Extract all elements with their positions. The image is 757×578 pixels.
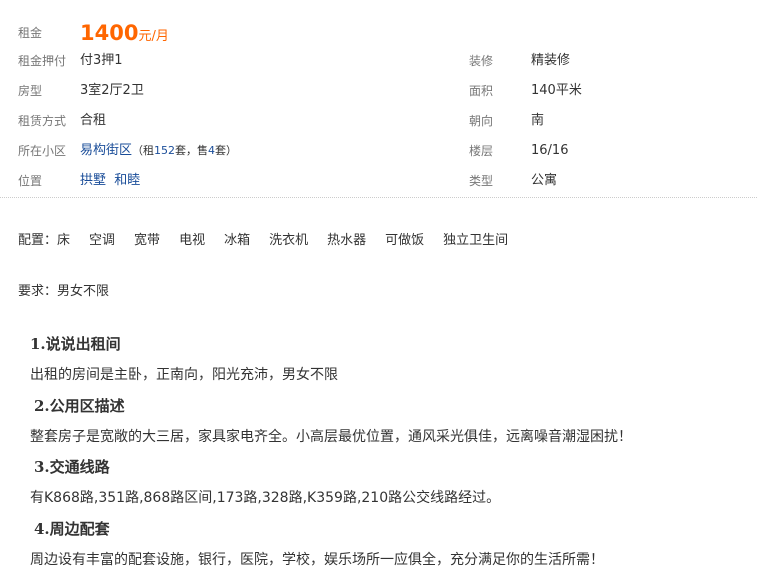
floor-label: 楼层: [469, 144, 494, 158]
rent-value: 1400元/月: [80, 20, 169, 50]
rent-unit: 元/月: [138, 29, 169, 44]
section-body: 有K868路,351路,868路区间,173路,328路,K359路,210路公…: [30, 490, 501, 506]
community-rent-count-link[interactable]: 152: [154, 144, 175, 157]
section-title: 3.交通线路: [34, 458, 110, 476]
config-item: 可做饭: [385, 233, 425, 248]
section-body: 周边设有丰富的配套设施，银行，医院，学校，娱乐场所一应俱全，充分满足你的生活所需…: [30, 552, 604, 568]
community-counts: （租152套，售4套）: [132, 144, 237, 157]
decoration-label: 装修: [469, 54, 494, 68]
rent-label: 租金: [18, 26, 43, 40]
section-title: 2.公用区描述: [34, 397, 125, 415]
type-label: 类型: [469, 174, 494, 188]
layout-value: 3室2厅2卫: [80, 83, 144, 98]
requirement-text: 要求：男女不限: [18, 284, 110, 299]
community-label: 所在小区: [18, 144, 67, 158]
floor-value: 16/16: [531, 143, 569, 158]
config-item: 冰箱: [224, 233, 251, 248]
community-mid: 套，售: [175, 144, 209, 157]
facing-value: 南: [531, 113, 545, 128]
deposit-value: 付3押1: [80, 53, 123, 68]
area-value: 140平米: [531, 83, 582, 98]
community-close: 套）: [215, 144, 238, 157]
section-body: 出租的房间是主卧，正南向，阳光充沛，男女不限: [30, 367, 338, 383]
community-link[interactable]: 易构街区: [80, 143, 132, 158]
location-label: 位置: [18, 174, 43, 188]
config-item: 独立卫生间: [443, 233, 509, 248]
deposit-label: 租金押付: [18, 54, 67, 68]
community-open: （租: [132, 144, 155, 157]
location-row: 位置 拱墅 和睦 类型 公寓: [18, 170, 738, 192]
config-item: 宽带: [134, 233, 161, 248]
rent-type-value: 合租: [80, 113, 107, 128]
rent-type-label: 租赁方式: [18, 114, 67, 128]
location-value: 拱墅 和睦: [80, 170, 140, 192]
section-title: 1.说说出租间: [30, 335, 121, 353]
rent-amount: 1400: [80, 21, 139, 45]
deposit-row: 租金押付 付3押1 装修 精装修: [18, 50, 738, 72]
section-body: 整套房子是宽敞的大三居，家具家电齐全。小高层最优位置，通风采光俱佳，远离噪音潮湿…: [30, 429, 632, 445]
rent-type-row: 租赁方式 合租 朝向 南: [18, 110, 738, 132]
community-row: 所在小区 易构街区（租152套，售4套） 楼层 16/16: [18, 140, 738, 162]
location-area-link[interactable]: 和睦: [114, 173, 140, 188]
type-value: 公寓: [531, 173, 558, 188]
community-value: 易构街区（租152套，售4套）: [80, 140, 237, 162]
area-label: 面积: [469, 84, 494, 98]
config-label: 配置：: [18, 233, 58, 248]
community-sale-count-link[interactable]: 4: [208, 144, 215, 157]
config-item: 床: [57, 233, 71, 248]
config-item: 洗衣机: [269, 233, 309, 248]
location-district-link[interactable]: 拱墅: [80, 173, 106, 188]
decoration-value: 精装修: [531, 53, 571, 68]
config-item: 空调: [89, 233, 116, 248]
facing-label: 朝向: [469, 114, 494, 128]
config-item: 电视: [179, 233, 206, 248]
config-list: 配置：床 空调 宽带 电视 冰箱 洗衣机 热水器 可做饭 独立卫生间: [18, 230, 527, 252]
house-info-panel: 租金 1400元/月 租金押付 付3押1 装修 精装修 房型 3室2厅2卫 面积…: [0, 0, 757, 198]
layout-row: 房型 3室2厅2卫 面积 140平米: [18, 80, 738, 102]
layout-label: 房型: [18, 84, 43, 98]
config-item: 热水器: [327, 233, 367, 248]
section-title: 4.周边配套: [34, 520, 110, 538]
